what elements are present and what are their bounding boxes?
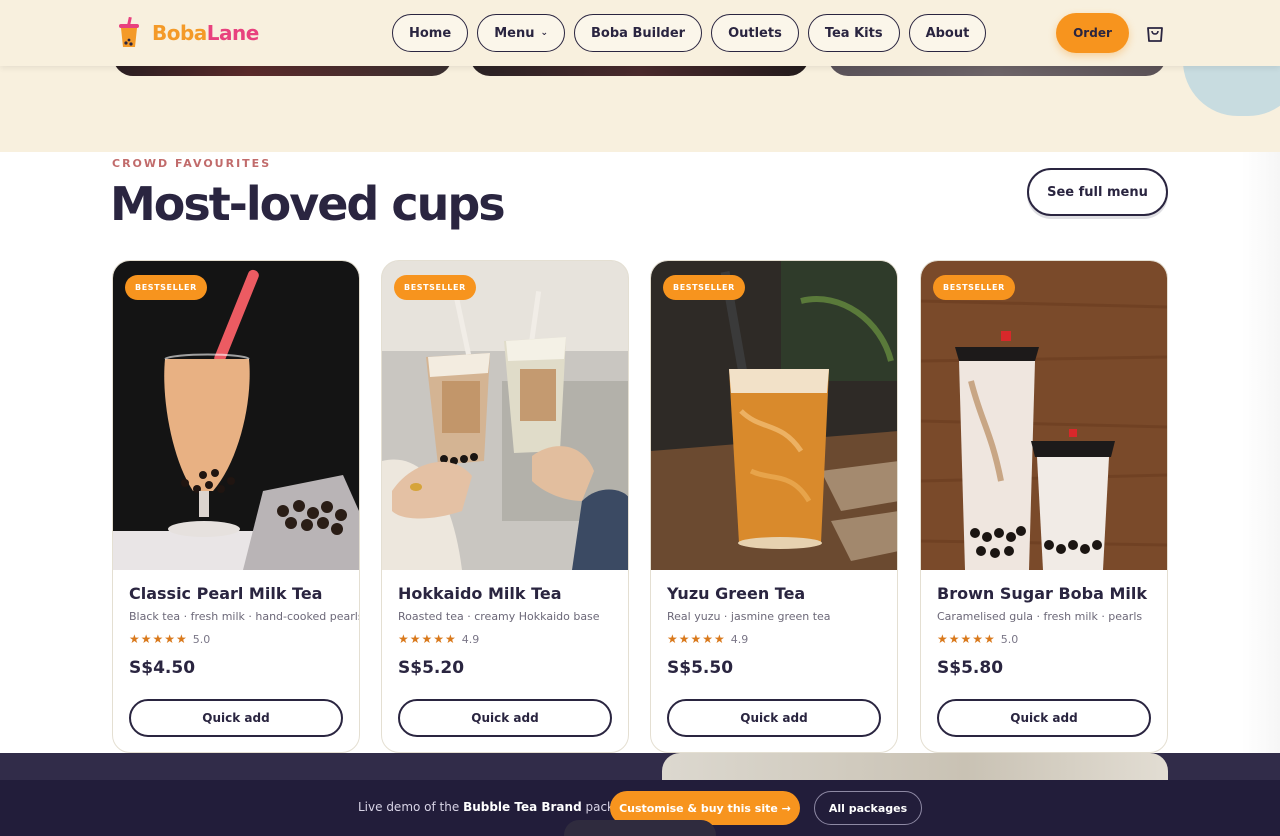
product-image bbox=[651, 261, 897, 570]
product-description: Real yuzu · jasmine green tea bbox=[667, 610, 831, 623]
nav-menu[interactable]: Menu ⌄ bbox=[477, 14, 565, 52]
product-rating: ★★★★★ 4.9 bbox=[398, 632, 479, 646]
product-rating: ★★★★★ 5.0 bbox=[129, 632, 210, 646]
brand-name: BobaLane bbox=[152, 21, 259, 45]
quick-add-button[interactable]: Quick add bbox=[398, 699, 612, 737]
rating-value: 4.9 bbox=[461, 632, 480, 646]
nav-home[interactable]: Home bbox=[392, 14, 469, 52]
section-title: Most-loved cups bbox=[110, 177, 506, 231]
product-card[interactable]: BESTSELLER Yuzu Green Tea Real yuzu · ja… bbox=[650, 260, 898, 753]
order-button[interactable]: Order bbox=[1056, 13, 1129, 53]
boba-cup-icon bbox=[119, 17, 139, 47]
brand-logo[interactable]: BobaLane bbox=[116, 17, 259, 49]
product-name: Yuzu Green Tea bbox=[667, 584, 806, 603]
product-image bbox=[921, 261, 1167, 570]
hero-section bbox=[0, 66, 1280, 152]
all-packages-button[interactable]: All packages bbox=[814, 791, 922, 825]
shopping-bag-icon[interactable] bbox=[1144, 22, 1166, 44]
bestseller-badge: BESTSELLER bbox=[394, 275, 476, 300]
product-rating: ★★★★★ 4.9 bbox=[667, 632, 748, 646]
product-image bbox=[382, 261, 628, 570]
bestseller-badge: BESTSELLER bbox=[663, 275, 745, 300]
product-card[interactable]: BESTSELLER Brown Sugar Boba Milk Caramel… bbox=[920, 260, 1168, 753]
decorative-blob bbox=[1183, 66, 1280, 116]
demo-banner-text: Live demo of the Bubble Tea Brand packag… bbox=[358, 800, 640, 814]
hero-image-card bbox=[470, 66, 809, 76]
product-description: Caramelised gula · fresh milk · pearls bbox=[937, 610, 1143, 623]
see-full-menu-button[interactable]: See full menu bbox=[1027, 168, 1168, 216]
product-price: S$5.80 bbox=[937, 658, 1004, 678]
star-rating-icon: ★★★★★ bbox=[937, 632, 996, 646]
nav-about[interactable]: About bbox=[908, 14, 987, 52]
product-card[interactable]: BESTSELLER Hokkaido Milk Tea Roasted tea… bbox=[381, 260, 629, 753]
page-edge-shade bbox=[1242, 152, 1280, 754]
hero-image-card bbox=[828, 66, 1166, 76]
star-rating-icon: ★★★★★ bbox=[667, 632, 726, 646]
product-card[interactable]: BESTSELLER Classic Pearl Milk Tea Black … bbox=[112, 260, 360, 753]
rating-value: 5.0 bbox=[192, 632, 211, 646]
quick-add-button[interactable]: Quick add bbox=[937, 699, 1151, 737]
star-rating-icon: ★★★★★ bbox=[398, 632, 457, 646]
product-name: Classic Pearl Milk Tea bbox=[129, 584, 323, 603]
quick-add-button[interactable]: Quick add bbox=[667, 699, 881, 737]
main-nav: Home Menu ⌄ Boba Builder Outlets Tea Kits… bbox=[392, 14, 987, 52]
hero-image-card bbox=[113, 66, 452, 76]
nav-tea-kits[interactable]: Tea Kits bbox=[807, 14, 900, 52]
rating-value: 5.0 bbox=[1000, 632, 1019, 646]
bestseller-badge: BESTSELLER bbox=[933, 275, 1015, 300]
product-name: Hokkaido Milk Tea bbox=[398, 584, 562, 603]
site-header: BobaLane Home Menu ⌄ Boba Builder Outlets… bbox=[0, 0, 1280, 66]
product-price: S$4.50 bbox=[129, 658, 196, 678]
next-section-image bbox=[662, 753, 1168, 783]
nav-boba-builder[interactable]: Boba Builder bbox=[574, 14, 703, 52]
product-rating: ★★★★★ 5.0 bbox=[937, 632, 1018, 646]
product-description: Roasted tea · creamy Hokkaido base bbox=[398, 610, 600, 623]
product-price: S$5.50 bbox=[667, 658, 734, 678]
chevron-down-icon: ⌄ bbox=[540, 28, 548, 38]
quick-add-button[interactable]: Quick add bbox=[129, 699, 343, 737]
product-image bbox=[113, 261, 359, 570]
nav-outlets[interactable]: Outlets bbox=[711, 14, 799, 52]
star-rating-icon: ★★★★★ bbox=[129, 632, 188, 646]
rating-value: 4.9 bbox=[730, 632, 749, 646]
product-name: Brown Sugar Boba Milk bbox=[937, 584, 1147, 603]
product-description: Black tea · fresh milk · hand-cooked pea… bbox=[129, 610, 360, 623]
section-eyebrow: CROWD FAVOURITES bbox=[112, 157, 272, 170]
product-price: S$5.20 bbox=[398, 658, 465, 678]
bestseller-badge: BESTSELLER bbox=[125, 275, 207, 300]
floating-toolbar[interactable] bbox=[564, 820, 716, 836]
